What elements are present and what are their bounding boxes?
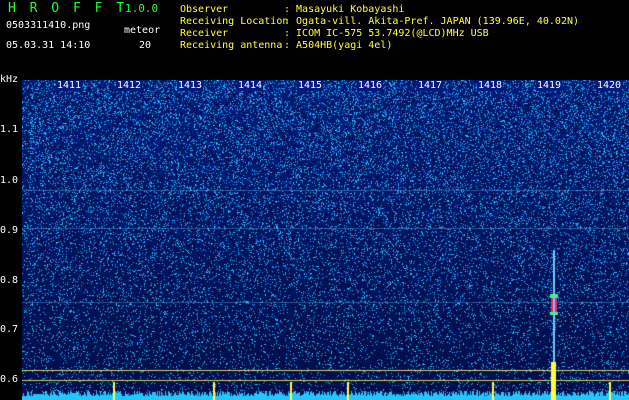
x-tick: 1416: [357, 80, 384, 91]
x-tick: 1419: [536, 80, 563, 91]
y-tick: 0.8: [0, 275, 19, 286]
x-tick: 1417: [417, 80, 444, 91]
y-tick: 0.9: [0, 225, 19, 236]
x-tick: 1420: [596, 80, 623, 91]
y-tick: 1.0: [0, 175, 19, 186]
y-axis-unit: kHz: [0, 74, 19, 85]
x-tick: 1412: [116, 80, 143, 91]
y-tick: 1.1: [0, 124, 19, 135]
spectrogram-panel: kHz 1.1 1.0 0.9 0.8 0.7 0.6 1411 1412 14…: [0, 0, 629, 400]
x-tick: 1418: [477, 80, 504, 91]
x-tick: 1411: [56, 80, 83, 91]
x-tick: 1414: [237, 80, 264, 91]
y-tick: 0.6: [0, 374, 19, 385]
y-tick: 0.7: [0, 324, 19, 335]
spectrogram: [22, 80, 629, 400]
x-tick: 1415: [297, 80, 324, 91]
x-tick: 1413: [177, 80, 204, 91]
